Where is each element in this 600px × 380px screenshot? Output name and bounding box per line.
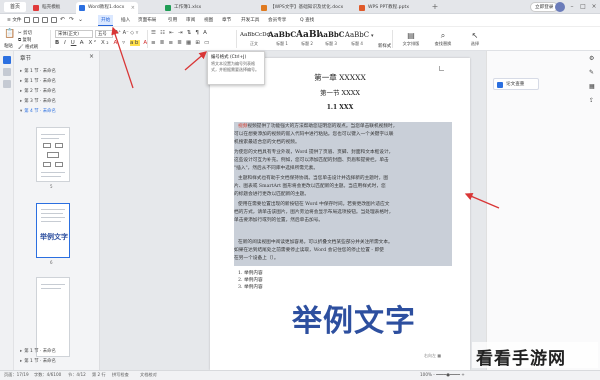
annotation-arrows bbox=[111, 26, 500, 209]
arrow-to-numbering bbox=[184, 51, 207, 71]
arrow-to-selection bbox=[464, 192, 500, 209]
watermark-text: 看看手游网 bbox=[476, 349, 566, 369]
arrow-to-home-tab bbox=[111, 26, 134, 89]
